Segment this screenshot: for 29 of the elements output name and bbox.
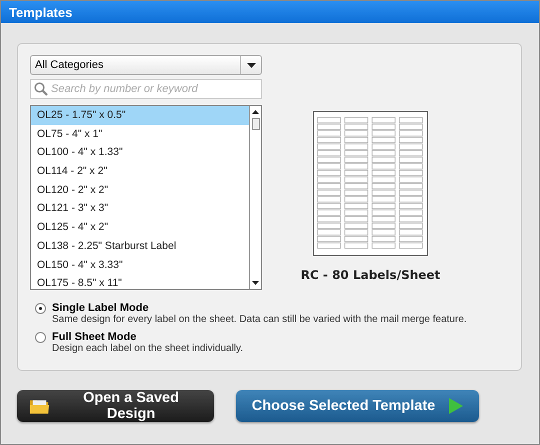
scrollbar[interactable] [249, 106, 261, 289]
sheet-caption: RC - 80 Labels/Sheet [300, 268, 440, 282]
list-item[interactable]: OL25 - 1.75" x 0.5" [31, 106, 249, 125]
open-design-button[interactable]: Open a Saved Design [17, 390, 214, 422]
caret-icon [246, 62, 256, 68]
play-icon [449, 398, 464, 414]
scroll-thumb[interactable] [252, 118, 260, 130]
search-icon [34, 82, 48, 96]
list-item[interactable]: OL120 - 2" x 2" [31, 180, 249, 200]
down-arrow-icon[interactable] [252, 281, 259, 285]
list-item[interactable]: OL100 - 4" x 1.33" [31, 143, 249, 162]
mode-description: Design each label on the sheet individually. [52, 343, 244, 354]
list-item[interactable]: OL121 - 3" x 3" [31, 199, 249, 218]
mode-label: Single Label Mode [52, 302, 150, 314]
list-item[interactable]: OL138 - 2.25" Starburst Label [31, 236, 249, 256]
list-item[interactable]: OL75 - 4" x 1" [31, 124, 249, 144]
radio-button[interactable] [35, 332, 46, 343]
up-arrow-icon[interactable] [252, 110, 259, 114]
list-item[interactable]: OL125 - 4" x 2" [31, 218, 249, 237]
list-item[interactable]: OL175 - 8.5" x 11" [31, 274, 249, 293]
mode-label: Full Sheet Mode [52, 331, 138, 343]
category-dropdown[interactable]: All Categories [30, 55, 262, 75]
list-item[interactable]: OL150 - 4" x 3.33" [31, 256, 249, 274]
list-item[interactable]: OL114 - 2" x 2" [31, 162, 249, 181]
radio-button[interactable] [35, 303, 46, 314]
search-field[interactable]: Search by number or keyword [30, 79, 262, 99]
choose-template-button[interactable]: Choose Selected Template [236, 390, 479, 422]
mode-description: Same design for every label on the sheet. Data can still be varied with the mail merge feature. [52, 314, 467, 325]
window-title: Templates [9, 4, 72, 20]
